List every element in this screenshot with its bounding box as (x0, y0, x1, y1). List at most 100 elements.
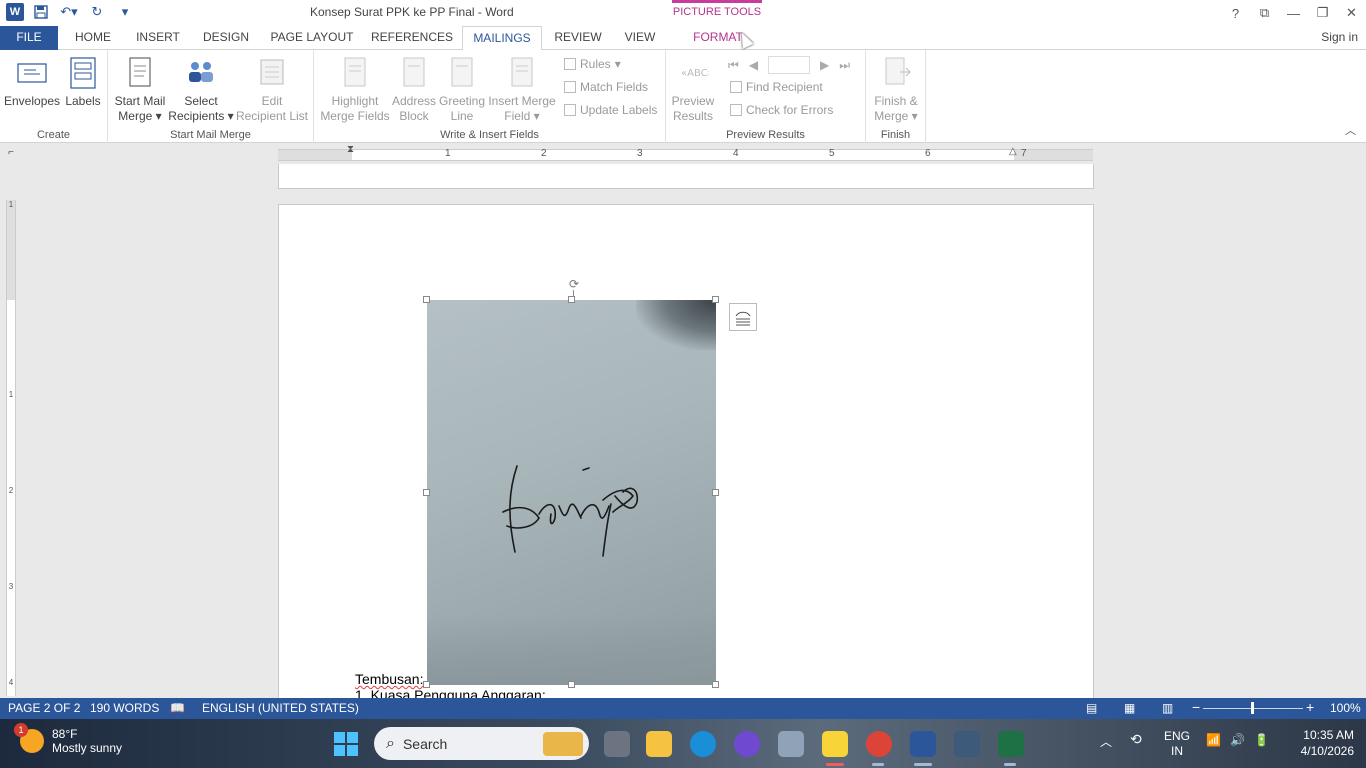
first-record-icon[interactable]: ⏮ (728, 58, 739, 73)
zoom-out-button[interactable]: − (1192, 699, 1200, 715)
customize-qat-icon[interactable]: ▾ (114, 3, 136, 21)
signature-picture[interactable] (423, 296, 719, 688)
tab-review[interactable]: REVIEW (550, 26, 606, 50)
indent-marker-icon[interactable]: ⧗ (347, 144, 354, 155)
tab-references[interactable]: REFERENCES (370, 26, 454, 50)
insert-merge-field-button[interactable]: Insert Merge Field ▾ (486, 54, 558, 124)
resize-handle[interactable] (712, 489, 719, 496)
tab-page-layout[interactable]: PAGE LAYOUT (266, 26, 358, 50)
edge-browser-icon[interactable] (690, 731, 716, 757)
word-app-icon[interactable]: W (6, 3, 24, 21)
status-bar: PAGE 2 OF 2 190 WORDS 📖 ENGLISH (UNITED … (0, 698, 1366, 719)
document-page[interactable]: ⟳ Tembusan: 1. Kuasa Pengguna Anggaran; (278, 204, 1094, 704)
start-button[interactable] (334, 732, 358, 756)
group-finish: Finish & Merge ▾ Finish (866, 50, 926, 143)
address-block-button[interactable]: Address Block (390, 54, 438, 124)
input-language[interactable]: ENG IN (1164, 729, 1190, 759)
collapse-ribbon-icon[interactable]: ︿ (1345, 122, 1356, 138)
print-layout-icon[interactable]: ▦ (1124, 701, 1135, 715)
rules-label: Rules (580, 57, 611, 71)
tab-insert[interactable]: INSERT (130, 26, 186, 50)
preview-results-button[interactable]: «ABC» Preview Results (668, 54, 718, 124)
tab-mailings[interactable]: MAILINGS (462, 26, 542, 51)
zoom-slider-thumb[interactable] (1251, 702, 1254, 714)
close-button[interactable]: ✕ (1337, 0, 1366, 26)
ruler-row: ⌐ 1 2 3 4 5 6 7 ⧗ △ (0, 144, 1366, 164)
tab-home[interactable]: HOME (68, 26, 118, 50)
resize-handle[interactable] (568, 296, 575, 303)
resize-handle[interactable] (423, 296, 430, 303)
read-mode-icon[interactable]: ▤ (1086, 701, 1097, 715)
edit-recipient-list-button[interactable]: Edit Recipient List (234, 54, 310, 124)
resize-handle[interactable] (712, 296, 719, 303)
task-view-icon[interactable] (604, 731, 630, 757)
system-clock[interactable]: 10:35 AM 4/10/2026 (1301, 727, 1354, 759)
chrome-icon[interactable] (866, 731, 892, 757)
show-hidden-icons[interactable]: ︿ (1100, 733, 1112, 750)
find-recipient-button[interactable]: Find Recipient (730, 80, 823, 94)
volume-icon[interactable]: 🔊 (1230, 733, 1245, 747)
preview-label-2: Results (672, 109, 713, 123)
next-record-icon[interactable]: ▶ (820, 58, 829, 72)
file-explorer-icon[interactable] (646, 731, 672, 757)
layout-options-button[interactable] (729, 303, 757, 331)
taskbar-search[interactable]: ⌕ Search (374, 727, 589, 760)
check-errors-button[interactable]: Check for Errors (730, 103, 833, 117)
tab-file[interactable]: FILE (0, 26, 58, 50)
tab-design[interactable]: DESIGN (196, 26, 256, 50)
word-taskbar-icon[interactable] (910, 731, 936, 757)
find-recipient-icon (730, 81, 742, 93)
web-layout-icon[interactable]: ▥ (1162, 701, 1173, 715)
finish-merge-button[interactable]: Finish & Merge ▾ (868, 54, 924, 124)
vertical-ruler[interactable]: 1 1 2 3 4 (6, 200, 16, 696)
word-count[interactable]: 190 WORDS (90, 701, 159, 715)
resize-handle[interactable] (568, 681, 575, 688)
page-count[interactable]: PAGE 2 OF 2 (8, 701, 80, 715)
copilot-icon[interactable] (734, 731, 760, 757)
sign-in-link[interactable]: Sign in (1321, 30, 1358, 44)
ruler-number: 2 (541, 148, 547, 159)
match-fields-button[interactable]: Match Fields (564, 80, 648, 94)
greeting-label-2: Line (450, 109, 474, 123)
horizontal-ruler[interactable]: 1 2 3 4 5 6 7 ⧗ △ (278, 144, 1093, 161)
help-icon[interactable]: ? (1221, 0, 1250, 26)
sticky-notes-icon[interactable] (822, 731, 848, 757)
record-number-input[interactable] (768, 56, 811, 74)
tab-selector-icon[interactable]: ⌐ (4, 147, 18, 161)
zoom-level[interactable]: 100% (1330, 701, 1361, 715)
rules-button[interactable]: Rules ▾ (564, 57, 621, 71)
select-recipients-button[interactable]: Select Recipients ▾ (168, 54, 234, 124)
highlight-merge-fields-button[interactable]: Highlight Merge Fields (318, 54, 392, 124)
wifi-icon[interactable]: 📶 (1206, 733, 1221, 747)
ribbon-display-icon[interactable]: ⧉ (1250, 0, 1279, 26)
language-indicator[interactable]: ENGLISH (UNITED STATES) (202, 701, 359, 715)
resize-handle[interactable] (423, 489, 430, 496)
camera-icon[interactable] (778, 731, 804, 757)
rules-icon (564, 58, 576, 70)
last-record-icon[interactable]: ⏭ (839, 58, 850, 73)
update-labels-button[interactable]: Update Labels (564, 103, 657, 117)
calculator-icon[interactable] (954, 731, 980, 757)
save-icon[interactable] (30, 3, 52, 21)
resize-handle[interactable] (712, 681, 719, 688)
tab-view[interactable]: VIEW (616, 26, 664, 50)
right-indent-marker-icon[interactable]: △ (1009, 146, 1017, 157)
excel-icon[interactable] (998, 731, 1024, 757)
envelopes-button[interactable]: Envelopes (4, 54, 60, 109)
battery-icon[interactable]: 🔋 (1254, 733, 1269, 747)
proofing-icon[interactable]: 📖 (170, 701, 185, 715)
restore-button[interactable]: ❐ (1308, 0, 1337, 26)
start-mail-merge-button[interactable]: Start Mail Merge ▾ (112, 54, 168, 124)
tembusan-text[interactable]: Tembusan: (355, 671, 423, 687)
sync-icon[interactable]: ⟲ (1130, 731, 1142, 748)
minimize-button[interactable]: — (1279, 0, 1308, 26)
greeting-line-button[interactable]: Greeting Line (438, 54, 486, 124)
previous-record-icon[interactable]: ◀ (749, 58, 758, 72)
weather-widget[interactable]: 1 88°F Mostly sunny (14, 723, 122, 755)
zoom-in-button[interactable]: + (1306, 699, 1314, 715)
redo-icon[interactable]: ↻ (86, 3, 108, 21)
finish-label: Finish & (874, 94, 918, 108)
labels-button[interactable]: Labels (62, 54, 104, 109)
rotate-handle-icon[interactable]: ⟳ (567, 277, 581, 291)
undo-icon[interactable]: ↶▾ (58, 3, 80, 21)
